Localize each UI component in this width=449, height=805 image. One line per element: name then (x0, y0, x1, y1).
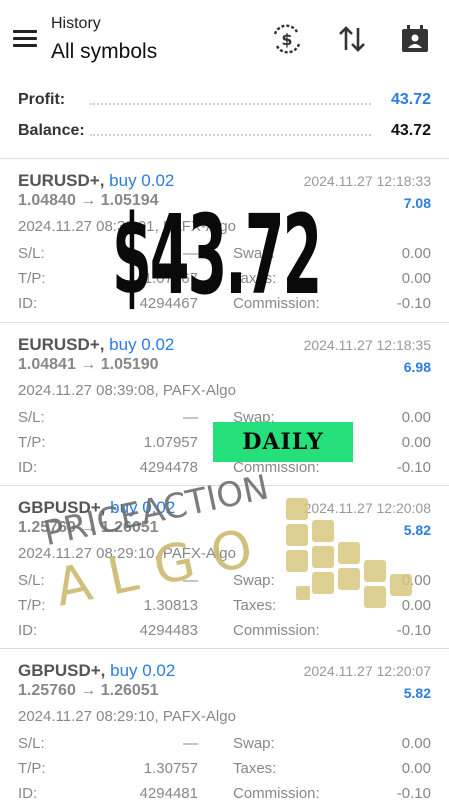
taxes-value: 0.00 (401, 760, 431, 777)
swap-label: Swap: (233, 735, 275, 752)
tp-value: 1.30757 (143, 760, 198, 777)
tp-label: T/P: (18, 434, 46, 451)
dotted-leader (90, 134, 371, 136)
profit-overlay-amount: $43.72 (112, 191, 322, 319)
balance-value: 43.72 (390, 122, 431, 139)
taxes-label: Taxes: (233, 597, 277, 614)
trade-open-info: 2024.11.27 08:29:10, PAFX-Algo (18, 708, 236, 725)
trade-direction: buy 0.02 (109, 171, 175, 190)
taxes-label: Taxes: (233, 760, 277, 777)
trade-symbol-line: EURUSD+, buy 0.02 (18, 171, 174, 191)
trade-detail-row: ID: 4294483 Commission: -0.10 (18, 622, 431, 642)
trade-detail-row: S/L: — Swap: 0.00 (18, 735, 431, 755)
trade-prices: 1.04841 → 1.05190 (18, 356, 159, 373)
profit-row: Profit: 43.72 (18, 91, 431, 115)
calendar-person-icon[interactable] (400, 24, 430, 54)
trade-direction: buy 0.02 (109, 335, 175, 354)
trade-symbol: EURUSD+, (18, 171, 105, 190)
profit-value: 43.72 (390, 91, 431, 108)
dotted-leader (90, 103, 371, 105)
trade-profit: 5.82 (403, 685, 431, 701)
id-label: ID: (18, 295, 38, 312)
trade-direction: buy 0.02 (110, 661, 176, 680)
sort-icon[interactable] (338, 24, 366, 54)
app-header: History All symbols $ (0, 0, 449, 80)
tp-label: T/P: (18, 597, 46, 614)
swap-value: 0.00 (401, 245, 431, 262)
commission-value: -0.10 (396, 785, 431, 802)
sl-label: S/L: (18, 735, 45, 752)
taxes-value: 0.00 (401, 270, 431, 287)
commission-value: -0.10 (396, 622, 431, 639)
trade-detail-row: ID: 4294481 Commission: -0.10 (18, 785, 431, 805)
profit-label: Profit: (18, 91, 66, 108)
currency-exchange-icon[interactable]: $ (271, 24, 303, 54)
tp-value: 1.07957 (143, 434, 198, 451)
trade-profit: 7.08 (403, 195, 431, 211)
commission-value: -0.10 (396, 295, 431, 312)
sl-label: S/L: (18, 245, 45, 262)
id-value: 4294478 (139, 459, 198, 476)
trade-detail-row: T/P: 1.30757 Taxes: 0.00 (18, 760, 431, 780)
trade-symbol: GBPUSD+, (18, 661, 106, 680)
trade-symbol: EURUSD+, (18, 335, 105, 354)
sl-label: S/L: (18, 409, 45, 426)
swap-value: 0.00 (401, 409, 431, 426)
daily-badge: DAILY (213, 422, 353, 462)
balance-row: Balance: 43.72 (18, 122, 431, 146)
tp-label: T/P: (18, 270, 46, 287)
trade-item[interactable]: GBPUSD+, buy 0.02 2024.11.27 12:20:07 1.… (0, 648, 449, 802)
trade-prices: 1.25760 → 1.26051 (18, 682, 159, 699)
commission-label: Commission: (233, 785, 320, 802)
taxes-value: 0.00 (401, 434, 431, 451)
sl-value: — (183, 735, 198, 752)
trade-symbol-line: EURUSD+, buy 0.02 (18, 335, 174, 355)
brand-logo-blocks-icon (286, 498, 412, 608)
trade-close-time: 2024.11.27 12:20:07 (303, 663, 431, 679)
trade-close-time: 2024.11.27 12:18:35 (303, 337, 431, 353)
header-subtitle: History (51, 15, 101, 32)
trade-symbol-line: GBPUSD+, buy 0.02 (18, 661, 175, 681)
commission-value: -0.10 (396, 459, 431, 476)
trade-open-info: 2024.11.27 08:39:08, PAFX-Algo (18, 382, 236, 399)
sl-label: S/L: (18, 572, 45, 589)
trade-profit: 6.98 (403, 359, 431, 375)
menu-icon[interactable] (13, 30, 37, 48)
id-label: ID: (18, 459, 38, 476)
id-value: 4294481 (139, 785, 198, 802)
balance-label: Balance: (18, 122, 85, 139)
sl-value: — (183, 409, 198, 426)
tp-label: T/P: (18, 760, 46, 777)
id-value: 4294483 (139, 622, 198, 639)
id-label: ID: (18, 622, 38, 639)
id-label: ID: (18, 785, 38, 802)
swap-value: 0.00 (401, 735, 431, 752)
header-title[interactable]: All symbols (51, 40, 157, 64)
commission-label: Commission: (233, 622, 320, 639)
trade-close-time: 2024.11.27 12:18:33 (303, 173, 431, 189)
svg-text:$: $ (281, 30, 292, 49)
